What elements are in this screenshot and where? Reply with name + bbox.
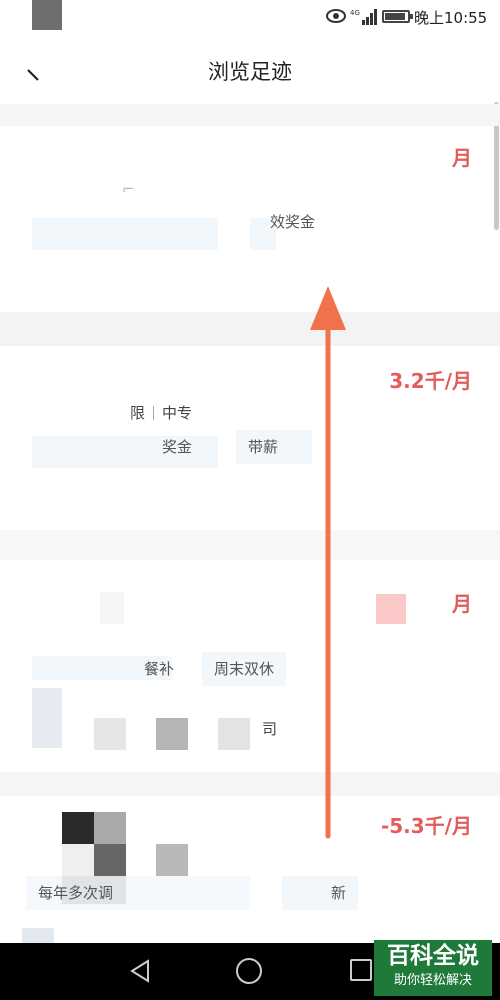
job-title-placeholder xyxy=(100,592,124,624)
job-salary: 月 xyxy=(452,592,472,616)
card-divider xyxy=(0,104,500,126)
job-meta: 限中专 xyxy=(130,402,192,423)
signal-icon: 4G xyxy=(350,9,377,25)
job-tag: 奖金 xyxy=(162,438,193,456)
card-divider xyxy=(0,312,500,346)
salary-highlight xyxy=(376,594,406,624)
company-mosaic xyxy=(156,718,188,750)
card-divider xyxy=(0,772,500,796)
status-bar: 4G 晚上10:55 xyxy=(0,0,500,34)
job-salary: 月 xyxy=(452,146,472,170)
svg-text:4G: 4G xyxy=(350,9,360,17)
job-salary: 3.2千/月 xyxy=(389,369,472,393)
nav-recent-icon[interactable] xyxy=(350,959,372,981)
eye-icon xyxy=(326,9,346,23)
meta-separator xyxy=(153,406,155,420)
card-divider xyxy=(0,530,500,560)
nav-back-icon[interactable] xyxy=(128,959,152,983)
up-arrow-icon xyxy=(310,286,346,839)
company-mosaic xyxy=(62,812,94,844)
company-mosaic xyxy=(156,844,188,876)
job-fragment: ⌐ xyxy=(122,180,135,198)
company-mosaic xyxy=(94,812,126,844)
job-tag: 周末双休 xyxy=(202,652,287,686)
watermark-subtitle: 助你轻松解决 xyxy=(393,973,472,988)
nav-home-icon[interactable] xyxy=(236,958,262,984)
notification-icon xyxy=(32,0,62,30)
page-title: 浏览足迹 xyxy=(208,60,292,84)
job-tag: 效奖金 xyxy=(270,213,316,231)
watermark-title: 百科全说 xyxy=(387,943,479,969)
job-tag: 新 xyxy=(282,876,358,910)
watermark-logo: 百科全说 助你轻松解决 xyxy=(374,940,492,996)
company-mosaic xyxy=(218,718,250,750)
job-salary: -5.3千/月 xyxy=(380,814,472,838)
job-education: 中专 xyxy=(162,404,193,422)
job-tag xyxy=(32,218,218,250)
job-tag: 餐补 xyxy=(144,660,175,678)
job-experience: 限 xyxy=(130,404,146,422)
company-name-fragment: 司 xyxy=(262,720,278,738)
company-mosaic xyxy=(62,844,94,876)
company-mosaic xyxy=(94,718,126,750)
status-time: 晚上10:55 xyxy=(414,9,488,27)
company-logo xyxy=(32,688,62,748)
company-mosaic xyxy=(94,844,126,876)
battery-icon xyxy=(382,10,413,23)
job-tag: 每年多次调 xyxy=(26,876,250,910)
header: 浏览足迹 xyxy=(0,34,500,104)
footer-placeholder xyxy=(22,928,54,944)
